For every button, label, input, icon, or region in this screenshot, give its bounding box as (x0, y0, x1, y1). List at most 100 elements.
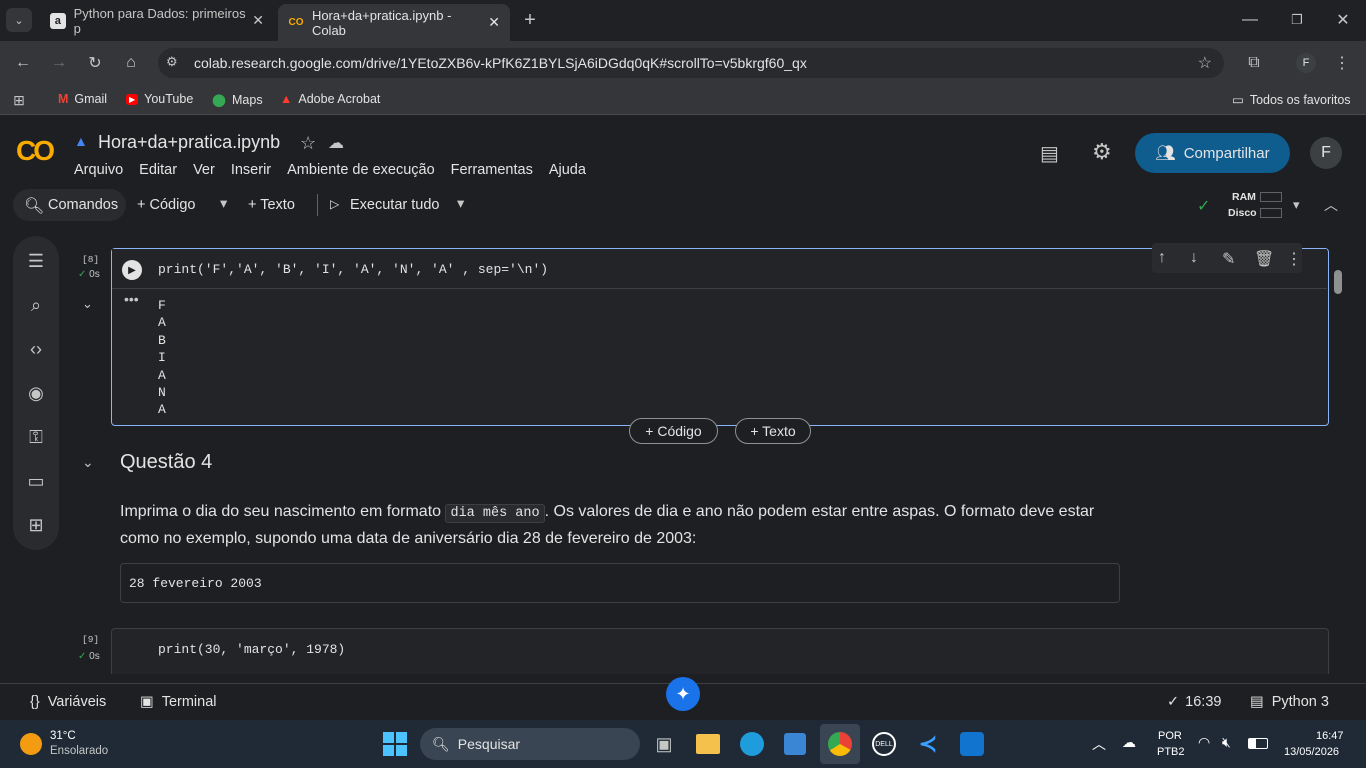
bookmark-youtube[interactable]: ▶ YouTube (126, 92, 193, 106)
url-field[interactable]: ⚙ colab.research.google.com/drive/1YEtoZ… (158, 48, 1224, 78)
file-explorer-icon[interactable] (696, 734, 720, 754)
add-text-button[interactable]: + Texto (248, 197, 295, 213)
outlook-icon[interactable] (960, 732, 984, 756)
collapse-section-icon[interactable]: ⌄ (82, 454, 94, 471)
code-cell[interactable]: print(30, 'março', 1978) (111, 628, 1329, 674)
variables-button[interactable]: {} Variáveis (30, 694, 106, 710)
lang-label[interactable]: POR (1158, 730, 1182, 742)
dell-icon[interactable]: DELL (872, 732, 896, 756)
tab-title: Hora+da+pratica.ipynb - Colab (311, 7, 452, 38)
all-bookmarks[interactable]: ▭ Todos os favoritos (1232, 92, 1351, 108)
menu-ajuda[interactable]: Ajuda (549, 162, 586, 178)
menu-arquivo[interactable]: Arquivo (74, 162, 123, 178)
code-cell[interactable]: ▶ print('F','A', 'B', 'I', 'A', 'N', 'A'… (111, 243, 1329, 426)
scrollbar-thumb[interactable] (1334, 270, 1342, 294)
data-table-icon[interactable]: ⊞ (13, 510, 59, 540)
gemini-sparkle-icon[interactable]: ✦ (666, 677, 700, 711)
toolbar: 🔍︎ Comandos + Código ▾ + Texto ▷ Executa… (24, 194, 484, 216)
edge-icon[interactable] (740, 732, 764, 756)
wifi-icon[interactable]: ◠ (1198, 734, 1210, 751)
text-part: . Os valores de dia e ano não podem esta… (544, 503, 1095, 520)
output-menu-icon[interactable]: ••• (124, 291, 139, 307)
restore-icon[interactable]: ❐ (1287, 10, 1307, 30)
secrets-eye-icon[interactable]: ◉ (13, 378, 59, 408)
bookmark-label: Gmail (74, 92, 108, 106)
chevron-up-icon[interactable]: ︿ (1324, 195, 1338, 215)
apps-grid-icon[interactable]: ⊞ (10, 91, 28, 109)
chevron-down-icon[interactable]: ▾ (1293, 197, 1300, 213)
chrome-taskbar-button[interactable] (820, 724, 860, 764)
add-text-cell-button[interactable]: + Texto (735, 418, 811, 444)
close-tab-icon[interactable]: ✕ (252, 12, 264, 29)
store-icon[interactable] (784, 733, 806, 755)
tab-python-dados[interactable]: a Python para Dados: primeiros p ✕ (40, 6, 274, 36)
menu-ferramentas[interactable]: Ferramentas (451, 162, 533, 178)
clock-time[interactable]: 16:47 (1316, 730, 1344, 742)
notebook-title[interactable]: Hora+da+pratica.ipynb (98, 132, 280, 153)
new-tab-icon[interactable]: + (520, 9, 540, 31)
battery-icon[interactable] (1248, 738, 1268, 749)
chevron-down-icon[interactable]: ▾ (457, 196, 464, 212)
run-all-button[interactable]: Executar tudo (350, 197, 439, 213)
bookmark-gmail[interactable]: M Gmail (58, 92, 107, 106)
collapse-output-icon[interactable]: ⌄ (82, 296, 93, 312)
menu-ambiente[interactable]: Ambiente de execução (287, 162, 435, 178)
menu-editar[interactable]: Editar (139, 162, 177, 178)
youtube-icon: ▶ (126, 93, 139, 105)
menu-inserir[interactable]: Inserir (231, 162, 271, 178)
text-part: Imprima o dia do seu nascimento em forma… (120, 503, 446, 520)
tray-chevron-up-icon[interactable]: ︿ (1092, 734, 1106, 754)
bookmark-maps[interactable]: ⬤ Maps (212, 92, 263, 108)
close-tab-icon[interactable]: ✕ (488, 14, 500, 31)
minimize-icon[interactable]: — (1240, 10, 1260, 30)
taskbar-search[interactable]: 🔍︎ Pesquisar (420, 728, 640, 760)
comments-icon[interactable]: ▤ (1040, 141, 1059, 166)
execution-time[interactable]: ✓ 16:39 (1167, 694, 1221, 710)
browser-menu-icon[interactable]: ⋮ (1332, 53, 1352, 73)
delete-icon[interactable]: 🗑︎ (1254, 249, 1274, 269)
add-code-cell-button[interactable]: + Código (629, 418, 718, 444)
find-replace-icon[interactable]: ⌕ (13, 290, 59, 320)
task-view-icon[interactable]: ▣ (652, 732, 676, 756)
run-cell-icon[interactable]: ▶ (122, 260, 142, 280)
key-icon[interactable]: ⚿ (13, 422, 59, 452)
volume-muted-icon[interactable]: 🔇︎ (1222, 734, 1231, 751)
add-code-button[interactable]: + Código (137, 197, 195, 213)
star-icon[interactable]: ☆ (300, 133, 316, 154)
ram-meter[interactable] (1260, 192, 1282, 202)
forward-icon[interactable]: → (48, 53, 70, 73)
close-window-icon[interactable]: ✕ (1333, 10, 1353, 30)
weather-sun-icon[interactable] (20, 733, 42, 755)
keyboard-label[interactable]: PTB2 (1157, 746, 1185, 758)
home-icon[interactable]: ⌂ (120, 53, 142, 73)
onedrive-icon[interactable]: ☁ (1122, 734, 1136, 751)
back-icon[interactable]: ← (12, 53, 34, 73)
move-up-icon[interactable]: ↑ (1158, 249, 1166, 267)
menu-ver[interactable]: Ver (193, 162, 215, 178)
reload-icon[interactable]: ↻ (84, 53, 106, 73)
bookmark-adobe[interactable]: ▲ Adobe Acrobat (280, 92, 380, 106)
code-snippets-icon[interactable]: ‹› (13, 334, 59, 364)
settings-gear-icon[interactable]: ⚙ (1092, 139, 1112, 165)
tab-search-chevron-icon[interactable]: ⌄ (6, 8, 32, 32)
bookmark-star-icon[interactable]: ☆ (1198, 53, 1212, 73)
site-info-icon[interactable]: ⚙ (166, 54, 178, 70)
runtime-button[interactable]: ▤ Python 3 (1250, 694, 1329, 710)
chevron-down-icon[interactable]: ▾ (220, 196, 227, 212)
extensions-icon[interactable]: ⧉ (1244, 53, 1264, 73)
clock-date[interactable]: 13/05/2026 (1284, 746, 1339, 758)
colab-logo[interactable]: CO (16, 135, 55, 167)
edit-magic-icon[interactable]: ✎ (1222, 249, 1235, 269)
vscode-icon[interactable]: ≺ (916, 731, 940, 756)
profile-avatar[interactable]: F (1296, 53, 1316, 73)
windows-start-icon[interactable] (383, 732, 407, 756)
tab-colab[interactable]: CO Hora+da+pratica.ipynb - Colab ✕ (278, 4, 510, 41)
move-down-icon[interactable]: ↓ (1190, 249, 1198, 267)
disk-meter[interactable] (1260, 208, 1282, 218)
more-vert-icon[interactable]: ⋮ (1286, 249, 1302, 269)
files-folder-icon[interactable]: ▭ (13, 466, 59, 496)
toc-list-icon[interactable]: ☰ (13, 246, 59, 276)
share-button[interactable]: 👥︎ Compartilhar (1135, 133, 1290, 173)
avatar[interactable]: F (1310, 137, 1342, 169)
terminal-button[interactable]: ▣ Terminal (140, 694, 217, 710)
